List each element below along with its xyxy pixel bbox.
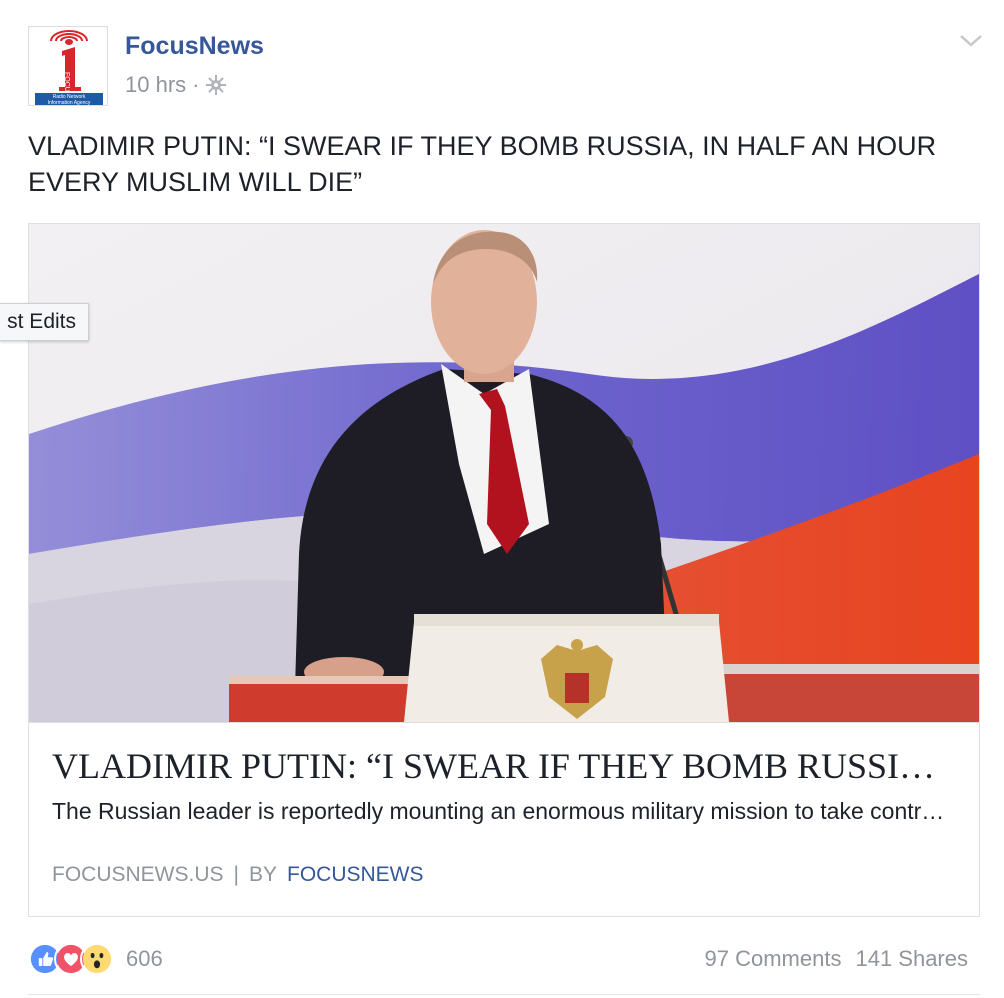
wow-icon[interactable] bbox=[80, 942, 114, 976]
link-info-panel[interactable]: VLADIMIR PUTIN: “I SWEAR IF THEY BOMB RU… bbox=[29, 722, 979, 917]
reaction-count[interactable]: 606 bbox=[126, 946, 163, 972]
meta-separator: · bbox=[192, 72, 200, 97]
link-attachment[interactable]: VLADIMIR PUTIN: “I SWEAR IF THEY BOMB RU… bbox=[28, 223, 980, 917]
post-timestamp[interactable]: 10 hrs bbox=[125, 72, 186, 98]
source-separator: | bbox=[233, 863, 239, 886]
reactions-summary[interactable]: 606 bbox=[28, 942, 163, 976]
link-description: The Russian leader is reportedly mountin… bbox=[52, 798, 957, 824]
globe-icon[interactable] bbox=[205, 74, 227, 96]
post-card: FOCUS Radio Network Information Agency F… bbox=[0, 0, 1004, 998]
engagement-counts: 97 Comments 141 Shares bbox=[705, 946, 968, 972]
link-source-line: FOCUSNEWS.US | BY FOCUSNEWS bbox=[52, 863, 424, 887]
page-avatar[interactable]: FOCUS Radio Network Information Agency bbox=[28, 26, 108, 106]
divider bbox=[28, 994, 980, 995]
shares-count-link[interactable]: 141 Shares bbox=[855, 946, 968, 972]
edits-tooltip-tab[interactable]: st Edits bbox=[0, 303, 89, 341]
focus-radio-logo-icon: FOCUS Radio Network Information Agency bbox=[29, 27, 107, 106]
post-message: VLADIMIR PUTIN: “I SWEAR IF THEY BOMB RU… bbox=[28, 131, 937, 197]
post-options-chevron-icon[interactable] bbox=[958, 30, 984, 50]
link-preview-image[interactable] bbox=[29, 224, 979, 722]
comments-count-link[interactable]: 97 Comments bbox=[705, 946, 842, 972]
link-title[interactable]: VLADIMIR PUTIN: “I SWEAR IF THEY BOMB RU… bbox=[52, 745, 957, 787]
link-author[interactable]: FOCUSNEWS bbox=[287, 863, 424, 887]
link-domain: FOCUSNEWS.US bbox=[52, 863, 224, 886]
page-name-link[interactable]: FocusNews bbox=[125, 32, 264, 61]
flag-speaker-photo bbox=[29, 224, 979, 722]
logo-line-2: Information Agency bbox=[48, 100, 91, 106]
post-meta: 10 hrs · bbox=[125, 72, 227, 98]
by-label: BY bbox=[248, 863, 277, 886]
